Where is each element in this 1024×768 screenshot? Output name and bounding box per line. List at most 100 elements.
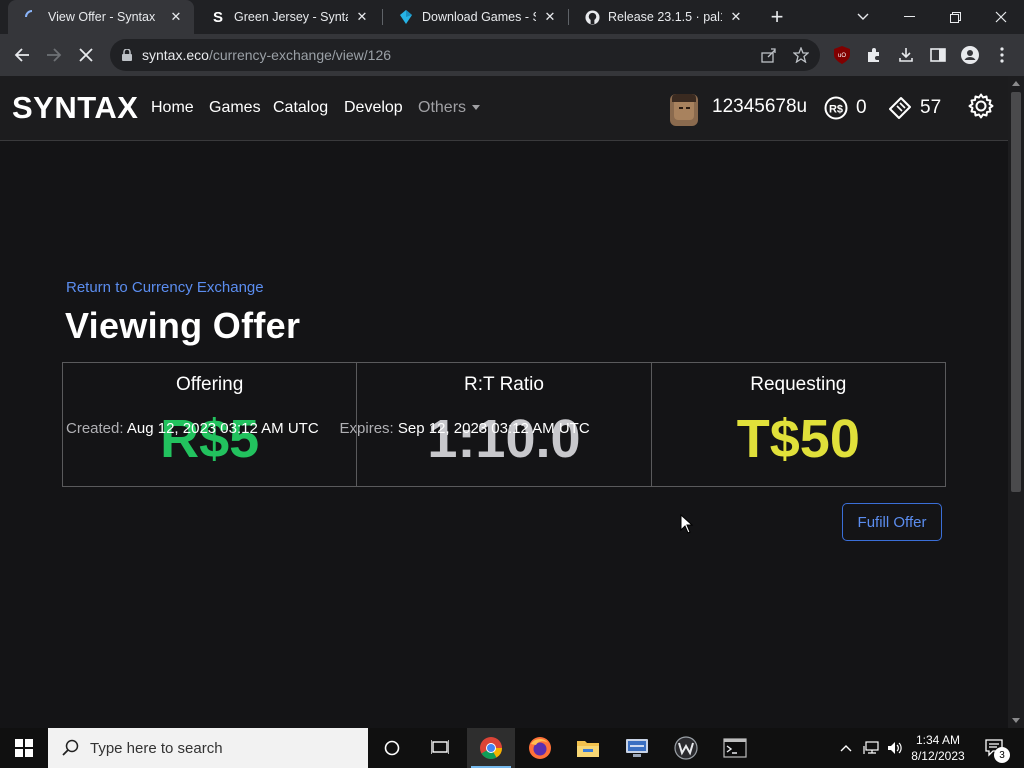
search-icon <box>62 739 79 756</box>
windows-taskbar: Type here to search 1:34 AM 8/12/2023 3 <box>0 728 1024 768</box>
new-tab-button[interactable]: + <box>766 4 788 29</box>
tab-title: Green Jersey - Syntax <box>234 10 348 24</box>
created-value: Aug 12, 2023 03:12 AM UTC <box>126 420 319 437</box>
chrome-logo-icon <box>480 737 502 759</box>
minimize-button[interactable] <box>886 0 932 34</box>
mouse-pointer-icon <box>680 514 694 534</box>
nav-home[interactable]: Home <box>151 99 194 117</box>
profile-avatar-icon[interactable] <box>960 45 980 65</box>
robux-count: 0 <box>856 97 867 118</box>
show-hidden-icons-button[interactable] <box>836 728 856 768</box>
tab-release[interactable]: Release 23.1.5 · pal100 ✕ <box>568 0 754 34</box>
user-avatar[interactable] <box>670 94 698 126</box>
close-tab-icon[interactable]: ✕ <box>168 9 184 25</box>
star-icon[interactable] <box>792 46 810 64</box>
cortana-button[interactable] <box>368 728 416 768</box>
fulfill-offer-button[interactable]: Fufill Offer <box>842 503 942 541</box>
close-tab-icon[interactable]: ✕ <box>728 9 744 25</box>
nav-others-dropdown[interactable]: Others <box>418 99 481 117</box>
stop-loading-button[interactable] <box>72 41 100 69</box>
tab-download-games[interactable]: Download Games - Sof ✕ <box>382 0 568 34</box>
tab-view-offer[interactable]: View Offer - Syntax ✕ <box>8 0 194 34</box>
start-button[interactable] <box>0 728 48 768</box>
share-icon[interactable] <box>760 46 778 64</box>
nav-develop[interactable]: Develop <box>344 99 403 117</box>
settings-gear-icon[interactable] <box>968 93 994 119</box>
close-window-button[interactable] <box>978 0 1024 34</box>
action-center-button[interactable]: 3 <box>980 728 1010 768</box>
more-menu-icon[interactable] <box>992 45 1012 65</box>
close-tab-icon[interactable]: ✕ <box>354 9 370 25</box>
taskbar-chrome[interactable] <box>467 728 515 768</box>
expires-value: Sep 12, 2023 03:12 AM UTC <box>397 420 590 437</box>
return-to-exchange-link[interactable]: Return to Currency Exchange <box>66 279 264 296</box>
requesting-label: Requesting <box>750 374 847 395</box>
site-logo[interactable]: SYNTAX <box>12 90 138 126</box>
restore-button[interactable] <box>932 0 978 34</box>
arrow-right-icon <box>47 48 62 62</box>
loading-spinner-icon <box>24 9 40 25</box>
network-computer-icon <box>626 739 648 757</box>
offering-value: R$5 <box>160 409 260 469</box>
ratio-value: 1:10.0 <box>427 409 581 469</box>
task-view-button[interactable] <box>416 728 464 768</box>
url-text: syntax.eco/currency-exchange/view/126 <box>142 47 392 63</box>
download-icon[interactable] <box>896 45 916 65</box>
softonic-logo-icon <box>398 9 414 25</box>
terminal-icon <box>723 738 747 758</box>
page-scrollbar[interactable] <box>1008 76 1024 728</box>
system-clock[interactable]: 1:34 AM 8/12/2023 <box>906 732 970 764</box>
ublock-icon[interactable]: uO <box>832 45 852 65</box>
folder-icon <box>577 741 599 757</box>
taskbar-wow-launcher[interactable] <box>662 728 710 768</box>
forward-button[interactable] <box>40 41 68 69</box>
expires-label: Expires: <box>339 420 394 437</box>
tix-balance[interactable]: 57 <box>888 96 941 120</box>
taskbar-search-box[interactable]: Type here to search <box>48 728 368 768</box>
scroll-up-arrow-icon[interactable] <box>1012 81 1020 86</box>
robux-balance[interactable]: R$ 0 <box>824 96 867 120</box>
taskbar-file-explorer[interactable] <box>564 728 612 768</box>
tab-title: Release 23.1.5 · pal100 <box>608 10 722 24</box>
requesting-value: T$50 <box>736 409 860 469</box>
address-bar[interactable]: syntax.eco/currency-exchange/view/126 <box>110 39 820 71</box>
taskbar-firefox[interactable] <box>516 728 564 768</box>
close-icon <box>79 48 93 62</box>
w-logo-icon <box>674 736 698 760</box>
tix-count: 57 <box>920 97 942 118</box>
offering-label: Offering <box>176 374 244 395</box>
extensions-puzzle-icon[interactable] <box>864 45 884 65</box>
browser-toolbar: syntax.eco/currency-exchange/view/126 uO <box>0 34 1024 76</box>
scroll-down-arrow-icon[interactable] <box>1012 718 1020 723</box>
search-placeholder: Type here to search <box>90 739 223 757</box>
lock-icon[interactable] <box>120 48 134 62</box>
nav-games[interactable]: Games <box>209 99 261 117</box>
page-title: Viewing Offer <box>65 305 301 346</box>
offer-dates: Created: Aug 12, 2023 03:12 AM UTC Expir… <box>66 420 590 437</box>
side-panel-icon[interactable] <box>928 45 948 65</box>
clock-date: 8/12/2023 <box>911 749 965 763</box>
volume-tray-icon[interactable] <box>884 728 906 768</box>
scrollbar-thumb[interactable] <box>1011 92 1021 492</box>
nav-catalog[interactable]: Catalog <box>273 99 328 117</box>
tab-title: View Offer - Syntax <box>48 10 156 24</box>
caret-down-icon <box>472 105 481 111</box>
svg-text:R$: R$ <box>829 104 843 116</box>
taskbar-network-app[interactable] <box>613 728 661 768</box>
tab-title: Download Games - Sof <box>422 10 536 24</box>
windows-logo-icon <box>15 739 33 757</box>
tab-green-jersey[interactable]: S Green Jersey - Syntax ✕ <box>194 0 380 34</box>
close-tab-icon[interactable]: ✕ <box>542 9 558 25</box>
taskbar-terminal[interactable] <box>711 728 759 768</box>
cortana-circle-icon <box>384 740 400 756</box>
task-view-icon <box>431 740 449 754</box>
back-button[interactable] <box>8 41 36 69</box>
created-label: Created: <box>66 420 124 437</box>
ticket-icon <box>888 96 912 120</box>
notification-count-badge: 3 <box>994 747 1010 763</box>
svg-text:uO: uO <box>838 53 846 59</box>
username[interactable]: 12345678u <box>712 96 807 118</box>
browser-tab-strip: View Offer - Syntax ✕ S Green Jersey - S… <box>0 0 1024 34</box>
network-tray-icon[interactable] <box>860 728 882 768</box>
tab-search-button[interactable] <box>840 0 886 34</box>
